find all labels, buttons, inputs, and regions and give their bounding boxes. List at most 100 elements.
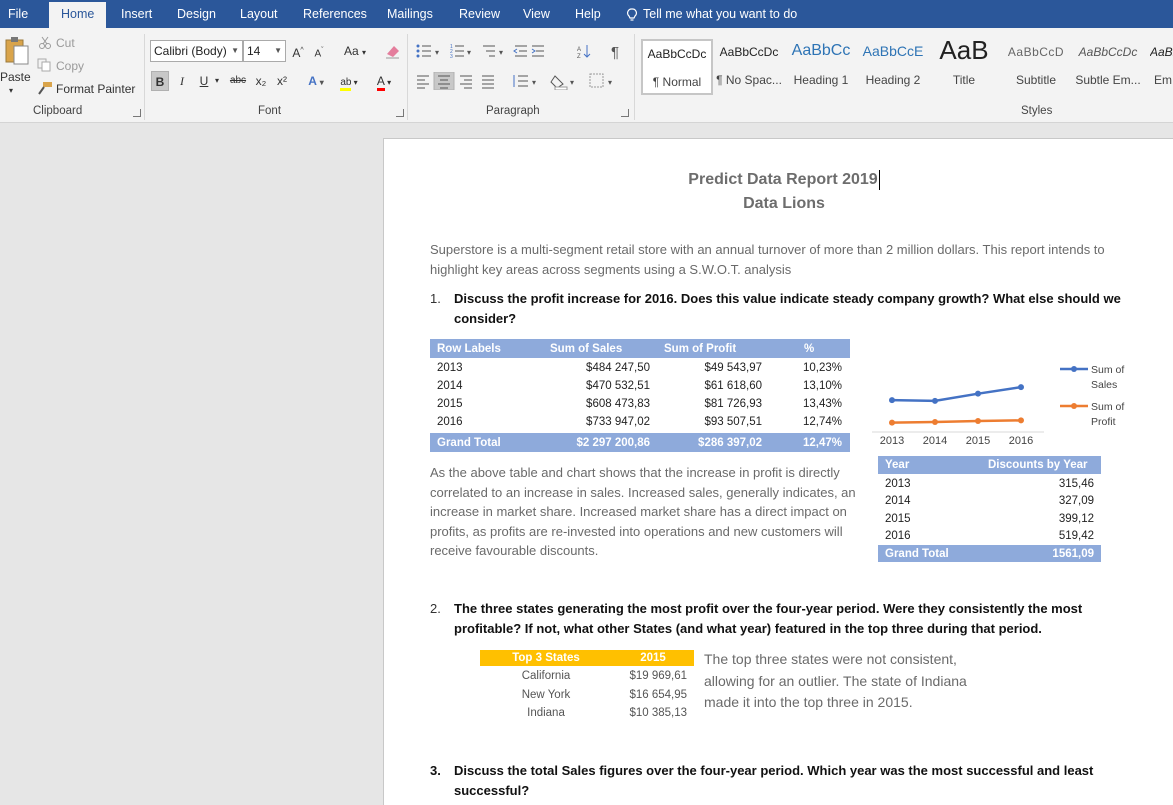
table-cell: $470 532,51 (586, 380, 650, 392)
clear-formatting-icon[interactable] (384, 42, 402, 60)
chevron-down-icon: ▼ (231, 46, 239, 55)
table-cell: 2014 (885, 495, 911, 507)
data-point (975, 390, 981, 397)
x-tick-label: 2016 (1009, 435, 1033, 445)
superscript-button[interactable]: x² (273, 71, 291, 91)
style-normal[interactable]: AaBbCcDc ¶ Normal (641, 39, 713, 95)
paste-icon (5, 37, 29, 65)
tab-home[interactable]: Home (49, 2, 107, 28)
italic-button[interactable]: I (174, 71, 190, 91)
style-heading-2[interactable]: AaBbCcE Heading 2 (857, 39, 929, 95)
style-subtitle[interactable]: AaBbCcD Subtitle (1000, 39, 1072, 95)
tab-view[interactable]: View (523, 0, 550, 28)
change-case-label: Aa (343, 44, 359, 58)
style-heading-1[interactable]: AaBbCc Heading 1 (785, 39, 857, 95)
style-name: ¶ Normal (652, 75, 702, 89)
style-preview: AaB (939, 39, 989, 65)
svg-text:Z: Z (577, 54, 581, 60)
document-page[interactable]: Predict Data Report 2019 Data Lions Supe… (383, 138, 1173, 805)
font-name-value: Calibri (Body) (154, 44, 227, 58)
show-formatting-marks-icon[interactable]: ¶ (611, 44, 619, 60)
document-area[interactable]: Predict Data Report 2019 Data Lions Supe… (0, 123, 1173, 805)
style-preview: AaBbCcDc (647, 47, 707, 61)
text-effects-icon[interactable]: A ▾ (304, 71, 328, 91)
cut-icon (39, 36, 51, 49)
line-spacing-icon[interactable]: ▾ (513, 75, 536, 87)
format-painter-button[interactable]: Format Painter (56, 82, 135, 96)
tab-references[interactable]: References (303, 0, 367, 28)
lightbulb-icon (627, 8, 637, 21)
style-no-spacing[interactable]: AaBbCcDc ¶ No Spac... (713, 39, 785, 95)
style-subtle-emphasis[interactable]: AaBbCcDc Subtle Em... (1072, 39, 1144, 95)
tab-design[interactable]: Design (177, 0, 216, 28)
grow-font-button[interactable]: A^ (291, 41, 305, 61)
tab-file[interactable]: File (8, 0, 28, 28)
clipboard-dialog-launcher[interactable] (133, 109, 141, 117)
x-tick-label: 2013 (880, 435, 904, 445)
question-text: The three states generating the most pro… (454, 601, 1083, 636)
align-right-icon[interactable] (460, 75, 472, 89)
font-size-select[interactable]: 14 ▼ (243, 40, 286, 62)
increase-indent-icon[interactable] (531, 45, 544, 57)
document-subtitle: Data Lions (743, 195, 825, 212)
bold-button[interactable]: B (151, 71, 169, 91)
numbering-icon[interactable]: 123 ▾ (450, 44, 471, 60)
decrease-indent-icon[interactable] (513, 45, 527, 57)
data-point (1018, 417, 1024, 424)
table-cell: 327,09 (1058, 495, 1094, 507)
table-cell: $10 385,13 (629, 707, 687, 719)
highlight-color-icon[interactable]: ab ▾ (337, 71, 361, 91)
strikethrough-button[interactable]: abc (226, 71, 250, 91)
multilevel-list-icon[interactable]: ▾ (483, 45, 503, 57)
data-point (1018, 384, 1024, 391)
tell-me-search[interactable]: Tell me what you want to do (626, 0, 797, 28)
document-title: Predict Data Report 2019 (384, 170, 1173, 190)
svg-text:¶: ¶ (611, 44, 619, 60)
style-emphasis[interactable]: AaBb Em (1144, 39, 1173, 95)
table-header-cell: Row Labels (437, 343, 501, 355)
table-total-cell: $2 297 200,86 (576, 437, 650, 449)
table-total-cell: $286 397,02 (698, 437, 762, 449)
tab-review[interactable]: Review (459, 0, 500, 28)
table-cell: $16 654,95 (629, 689, 687, 701)
table-cell: New York (521, 689, 571, 701)
table-cell: $19 969,61 (629, 670, 687, 682)
subscript-button[interactable]: x₂ (252, 71, 270, 91)
series-line-sales (891, 385, 1022, 403)
sales-profit-line-chart[interactable]: 2013 2014 2015 2016 Sum of Sales Sum of Profit (872, 357, 1172, 447)
font-dialog-launcher[interactable] (396, 109, 404, 117)
justify-icon[interactable] (482, 75, 494, 89)
style-preview: AaBbCcE (862, 43, 924, 59)
font-name-select[interactable]: Calibri (Body) ▼ (150, 40, 243, 62)
align-left-icon[interactable] (417, 75, 429, 89)
cut-button[interactable]: Cut (56, 36, 75, 50)
legend-label: Sum of (1091, 401, 1124, 413)
font-color-icon[interactable]: A ▾ (370, 71, 398, 91)
tab-layout[interactable]: Layout (240, 0, 278, 28)
tab-help[interactable]: Help (575, 0, 601, 28)
table-cell: California (521, 670, 571, 682)
tab-insert[interactable]: Insert (121, 0, 152, 28)
copy-button[interactable]: Copy (56, 59, 84, 73)
change-case-button[interactable]: Aa ▾ (340, 41, 370, 61)
paste-button[interactable]: Paste (0, 70, 31, 84)
borders-icon[interactable]: ▾ (589, 73, 612, 88)
data-point (932, 397, 938, 404)
shading-icon[interactable]: ▾ (550, 75, 574, 90)
text-cursor (878, 170, 880, 190)
data-point (932, 419, 938, 426)
data-point (889, 419, 895, 426)
paragraph-dialog-launcher[interactable] (621, 109, 629, 117)
shrink-font-button[interactable]: Aˇ (312, 41, 326, 61)
font-group-label: Font (258, 105, 282, 117)
sort-icon[interactable]: AZ (577, 45, 591, 60)
ribbon-separator (407, 34, 408, 120)
table-cell: $81 726,93 (704, 398, 762, 410)
table-cell: $608 473,83 (586, 398, 650, 410)
style-title[interactable]: AaB Title (928, 39, 1000, 95)
tab-mailings[interactable]: Mailings (387, 0, 433, 28)
chevron-down-icon[interactable]: ▾ (212, 71, 222, 91)
underline-button[interactable]: U (196, 71, 212, 91)
bullets-icon[interactable]: ▾ (416, 44, 440, 58)
paste-dropdown-icon[interactable]: ▾ (9, 86, 13, 95)
